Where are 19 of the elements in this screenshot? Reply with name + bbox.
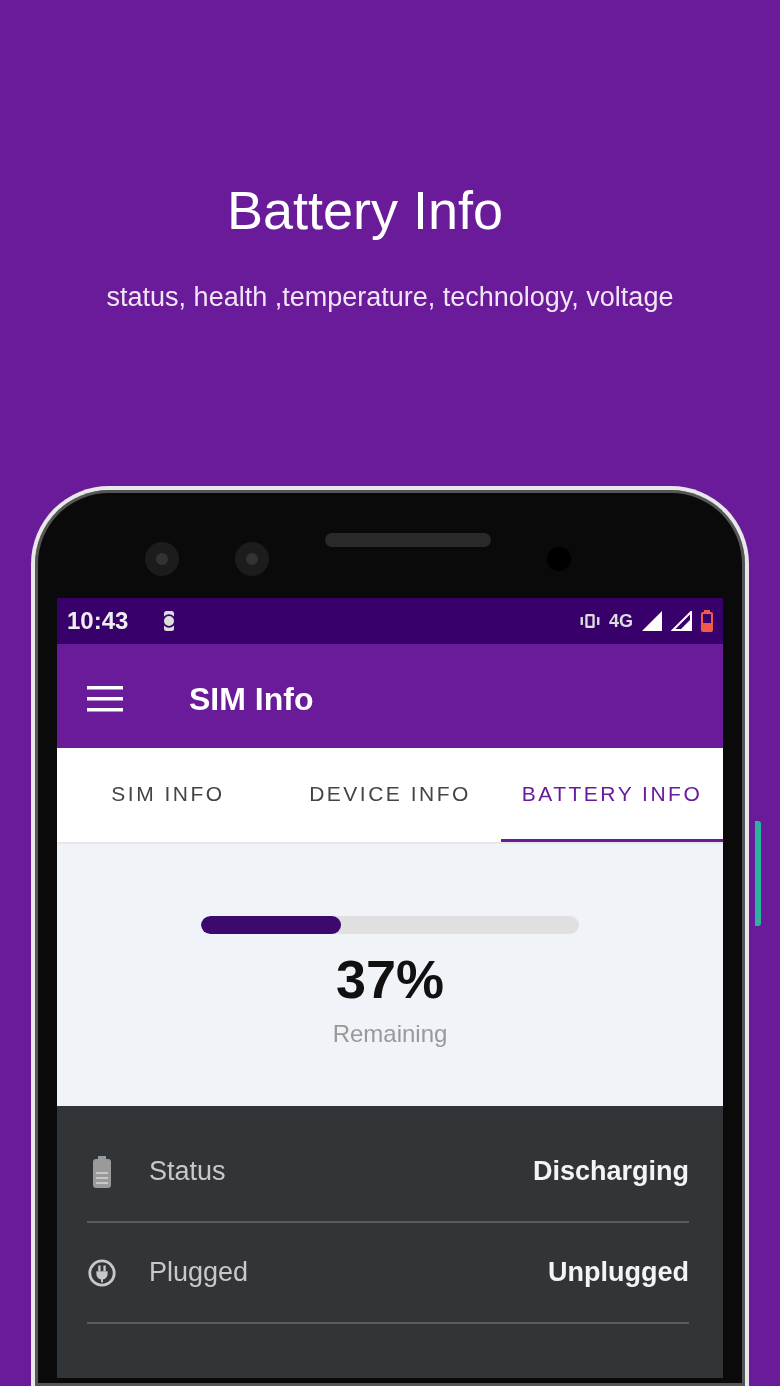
status-time: 10:43 xyxy=(67,607,129,635)
row-label: Status xyxy=(149,1156,227,1187)
battery-percent: 37% xyxy=(335,948,445,1010)
page-subtitle: status, health ,temperature, technology, voltage xyxy=(106,282,674,313)
network-type: 4G xyxy=(609,610,633,632)
menu-icon[interactable] xyxy=(87,686,123,712)
signal-icon xyxy=(641,611,663,631)
camera-icon xyxy=(235,542,269,576)
row-label: Plugged xyxy=(149,1257,250,1288)
battery-icon xyxy=(701,610,713,632)
vibrate-icon xyxy=(579,611,601,631)
row-value: Unplugged xyxy=(548,1257,689,1288)
page-title: Battery Info xyxy=(226,179,504,242)
app-title: SIM Info xyxy=(189,680,314,718)
row-value: Discharging xyxy=(532,1156,689,1187)
camera-icon xyxy=(145,542,179,576)
signal-icon xyxy=(671,611,693,631)
battery-caption: Remaining xyxy=(332,1020,448,1048)
plug-icon xyxy=(87,1256,117,1289)
